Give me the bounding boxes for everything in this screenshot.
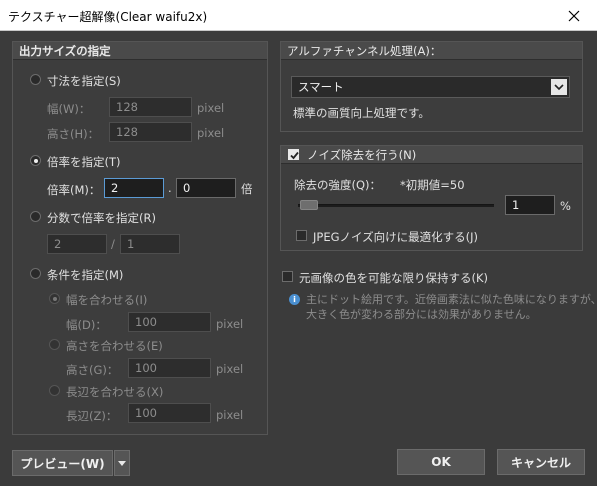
fit-height-field-label: 高さ(G)： — [66, 363, 119, 377]
radio-fit-height[interactable] — [49, 339, 60, 350]
strength-slider-thumb[interactable] — [299, 200, 318, 210]
chevron-down-icon — [551, 79, 567, 95]
window-title: テクスチャー超解像(Clear waifu2x) — [8, 10, 208, 24]
fit-height-input[interactable]: 100 — [128, 358, 211, 378]
keep-colors-checkbox[interactable] — [282, 271, 293, 282]
jpeg-optimize-checkbox[interactable] — [296, 230, 307, 241]
keep-colors-label: 元画像の色を可能な限り保持する(K) — [299, 271, 489, 285]
radio-fit-width[interactable] — [49, 293, 60, 304]
scale-dot: . — [168, 181, 172, 195]
scale-integer-input[interactable]: 2 — [104, 178, 164, 198]
cancel-button[interactable]: キャンセル — [497, 449, 585, 475]
fraction-slash: / — [111, 237, 115, 251]
noise-removal-header: ノイズ除去を行う(N) — [281, 146, 582, 164]
ok-button[interactable]: OK — [397, 449, 485, 475]
alpha-mode-value: スマート — [298, 80, 344, 94]
width-input[interactable]: 128 — [109, 97, 192, 117]
fit-long-side-unit: pixel — [216, 408, 244, 422]
fit-width-label: 幅を合わせる(I) — [66, 293, 148, 307]
alpha-channel-header: アルファチャンネル処理(A)： — [281, 42, 582, 60]
fit-width-field-label: 幅(D)： — [66, 318, 107, 332]
scale-label: 倍率(M)： — [47, 183, 101, 197]
radio-fit-long-side[interactable] — [49, 385, 60, 396]
keep-colors-info-line2: 大きく色が変わる部分には効果がありません。 — [306, 308, 537, 321]
specify-dimensions-label: 寸法を指定(S) — [47, 74, 121, 88]
strength-input[interactable]: 1 — [505, 195, 555, 215]
title-bar: テクスチャー超解像(Clear waifu2x) — [0, 0, 597, 31]
preview-dropdown-button[interactable] — [114, 450, 130, 476]
close-button[interactable] — [551, 0, 597, 31]
denominator-input[interactable]: 1 — [120, 234, 180, 254]
strength-unit: % — [560, 199, 571, 213]
scale-unit: 倍 — [241, 182, 253, 196]
close-icon — [568, 10, 580, 21]
fit-height-unit: pixel — [216, 362, 244, 376]
specify-scale-label: 倍率を指定(T) — [47, 155, 121, 169]
fit-long-side-field-label: 長辺(Z)： — [66, 409, 118, 423]
height-input[interactable]: 128 — [109, 122, 192, 142]
jpeg-optimize-label: JPEGノイズ向けに最適化する(J) — [313, 230, 479, 244]
fit-width-unit: pixel — [216, 317, 244, 331]
strength-slider-track[interactable] — [298, 204, 494, 207]
numerator-input[interactable]: 2 — [47, 234, 107, 254]
checkmark-icon — [290, 151, 299, 160]
initial-value-note: *初期値=50 — [400, 178, 465, 192]
radio-specify-fraction[interactable] — [30, 211, 41, 222]
scale-fraction-input[interactable]: 0 — [176, 178, 236, 198]
specify-fraction-label: 分数で倍率を指定(R) — [47, 211, 156, 225]
caret-down-icon — [118, 460, 126, 466]
width-label: 幅(W)： — [47, 102, 91, 116]
height-unit: pixel — [197, 126, 225, 140]
strength-label: 除去の強度(Q)： — [294, 178, 382, 192]
fit-long-side-label: 長辺を合わせる(X) — [66, 385, 164, 399]
preview-button[interactable]: プレビュー(W) — [12, 450, 113, 476]
alpha-mode-select[interactable]: スマート — [291, 76, 570, 98]
alpha-mode-description: 標準の画質向上処理です。 — [293, 106, 430, 120]
fit-width-input[interactable]: 100 — [128, 312, 211, 332]
specify-condition-label: 条件を指定(M) — [47, 268, 124, 282]
output-size-header: 出力サイズの指定 — [13, 42, 267, 60]
keep-colors-info-line1: 主にドット絵用です。近傍画素法に似た色味になりますが、 — [306, 293, 597, 306]
fit-long-side-input[interactable]: 100 — [128, 403, 211, 423]
noise-removal-checkbox[interactable] — [288, 149, 299, 160]
info-icon: i — [289, 294, 300, 305]
height-label: 高さ(H)： — [47, 127, 100, 141]
fit-height-label: 高さを合わせる(E) — [66, 339, 163, 353]
radio-specify-dimensions[interactable] — [30, 74, 41, 85]
radio-specify-condition[interactable] — [30, 268, 41, 279]
radio-specify-scale[interactable] — [30, 155, 41, 166]
width-unit: pixel — [197, 101, 225, 115]
